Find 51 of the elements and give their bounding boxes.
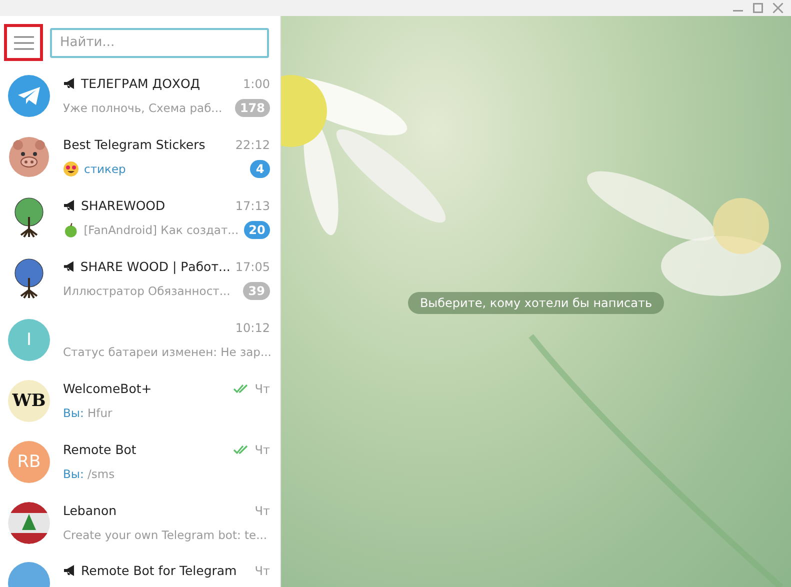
- flag-avatar: [8, 502, 50, 544]
- chat-item[interactable]: Lebanon Чт Create your own Telegram bot: te...: [0, 492, 280, 553]
- chat-title: WelcomeBot+: [63, 381, 153, 396]
- chat-title: Best Telegram Stickers: [63, 137, 206, 152]
- avatar: RB: [8, 440, 50, 482]
- chat-time: 10:12: [235, 320, 270, 334]
- chat-item[interactable]: ТЕЛЕГРАМ ДОХОД 1:00 Уже полночь, Схема раб... 178: [0, 65, 280, 126]
- unread-count: 39: [243, 282, 270, 300]
- chat-title: ТЕЛЕГРАМ ДОХОД: [81, 76, 202, 91]
- message-preview: Иллюстратор Обязанност...: [63, 284, 232, 298]
- chat-title: Lebanon: [63, 503, 118, 518]
- chat-item[interactable]: Remote Bot for Telegram Чт: [0, 553, 280, 587]
- unread-count: 4: [250, 160, 270, 178]
- chat-item[interactable]: Best Telegram Stickers 22:12 стикер 4: [0, 126, 280, 187]
- chat-item[interactable]: SHARE WOOD | Работ... 17:05 Иллюстратор Обязанност... 39: [0, 248, 280, 309]
- chat-time: 22:12: [235, 138, 270, 152]
- chat-title: SHARE WOOD | Работ...: [80, 259, 230, 274]
- message-preview: Create your own Telegram bot: te...: [63, 528, 268, 542]
- message-preview: [FanAndroid] Как создат...: [84, 222, 239, 236]
- empty-state-message: Выберите, кому хотели бы написать: [408, 292, 664, 314]
- chat-title: Remote Bot for Telegram: [81, 563, 238, 578]
- maximize-icon[interactable]: [753, 3, 763, 13]
- chat-item[interactable]: WB WelcomeBot+ Чт Вы: Hfur: [0, 370, 280, 431]
- unread-count: 178: [234, 98, 270, 116]
- menu-button[interactable]: [4, 24, 43, 61]
- chat-time: 17:05: [235, 260, 270, 274]
- chat-time: 17:13: [235, 198, 270, 212]
- chat-time: Чт: [254, 442, 270, 456]
- pig-avatar: [8, 136, 50, 178]
- chat-time: Чт: [254, 382, 270, 396]
- chat-item[interactable]: RB Remote Bot Чт Вы: /sms: [0, 431, 280, 492]
- apple-icon: [63, 222, 79, 238]
- message-preview: Статус батареи изменен: Не зар...: [63, 344, 272, 358]
- unread-count: 20: [244, 220, 270, 238]
- message-preview: Уже полночь, Схема раб...: [63, 100, 224, 114]
- chat-title: SHAREWOOD: [81, 198, 166, 213]
- chat-time: 1:00: [243, 76, 270, 90]
- close-icon[interactable]: [773, 3, 783, 13]
- chat-time: Чт: [254, 504, 270, 518]
- message-preview: Вы: /sms: [63, 466, 116, 480]
- chat-title: Remote Bot: [63, 442, 138, 457]
- search-field[interactable]: Найти...: [50, 28, 269, 58]
- emoji-icon: [63, 160, 79, 176]
- paper-plane-icon: [17, 86, 41, 106]
- message-preview: стикер: [84, 162, 127, 176]
- message-preview: Вы: Hfur: [63, 406, 114, 420]
- avatar: WB: [8, 380, 50, 422]
- avatar: I: [8, 318, 50, 360]
- chat-item[interactable]: SHAREWOOD 17:13 [FanAndroid] Как создат... 20: [0, 187, 280, 248]
- chat-time: Чт: [254, 564, 270, 578]
- menu-icon: [14, 36, 34, 50]
